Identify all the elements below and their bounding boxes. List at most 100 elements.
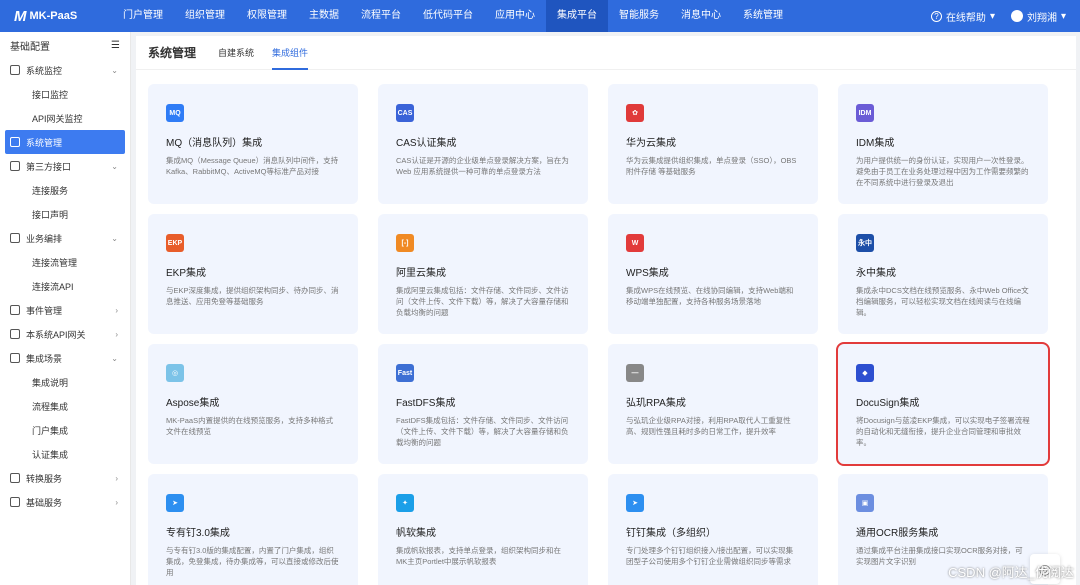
top-navigation-bar: M MK-PaaS 门户管理 组织管理 权限管理 主数据 流程平台 低代码平台 应用中心 集成… [0,0,1080,32]
integration-logo-icon: — [626,364,644,382]
nav-item[interactable]: 流程平台 [350,0,412,32]
integration-logo-icon: ✦ [396,494,414,512]
sidebar-item[interactable]: 流程集成 [0,394,130,418]
sidebar-item[interactable]: 集成场景 ⌄ [0,346,130,370]
card-description: 集成WPS在线预览、在线协同编辑，支持Web端和移动端单独配置，支持各种服务场景… [626,286,794,306]
sidebar-item[interactable]: 集成说明 [0,370,130,394]
sidebar-item[interactable]: 转换服务 › [0,466,130,490]
user-menu[interactable]: 刘翔湘 ▾ [1010,9,1066,24]
logo-text: MK-PaaS [29,10,78,22]
integration-card[interactable]: CAS CAS认证集成 CAS认证是开源的企业级单点登录解决方案，旨在为 Web 应… [378,84,588,204]
integration-card[interactable]: ➤ 钉钉集成（多组织） 专门处理多个钉钉组织接入/接出配置，可以实现集团型子公司使用… [608,474,818,585]
sidebar-item-label: 业务编排 [26,233,63,244]
menu-icon [10,497,20,507]
integration-card[interactable]: ✿ 华为云集成 华为云集成提供组织集成，单点登录（SSO），OBS附件存储 等基础服… [608,84,818,204]
integration-logo-icon: EKP [166,234,184,252]
sidebar-item[interactable]: 门户集成 [0,418,130,442]
card-title: CAS认证集成 [396,138,457,149]
sidebar-item-label: API网关监控 [32,113,83,124]
nav-item[interactable]: 低代码平台 [412,0,484,32]
card-title: 通用OCR服务集成 [856,528,939,539]
integration-card[interactable]: [-] 阿里云集成集成阿里云集成包括：文件存储、文件同步、文件访问（文件上传、文件… [378,214,588,334]
integration-logo-icon: ➤ [166,494,184,512]
card-title: FastDFS集成 [396,398,456,409]
integration-card[interactable]: Fast FastDFS集成 FastDFS集成包括：文件存储、文件同步、文件访问（… [378,344,588,464]
integration-logo-icon: 永中 [856,234,874,252]
nav-item[interactable]: 组织管理 [174,0,236,32]
integration-logo-icon: ▣ [856,494,874,512]
sidebar-item[interactable]: 基础服务 › [0,490,130,514]
sidebar: 基础配置 ☰ 系统监控 ⌄ 接口监控 API网关监控 系统管理 第三方接口 ⌄ 连接服务 接口声… [0,32,131,585]
chevron-icon: ⌄ [111,353,118,363]
sidebar-item[interactable]: 接口监控 [0,82,130,106]
chevron-down-icon: ▾ [1060,10,1066,22]
integration-card[interactable]: 永中永中集成集成永中DCS文档在线预览服务、永中Web Office文档编辑服务… [838,214,1048,334]
integration-logo-icon: ➤ [626,494,644,512]
card-title: DocuSign集成 [856,398,920,409]
app-logo[interactable]: M MK-PaaS [0,8,112,25]
sidebar-item[interactable]: 本系统API网关 › [0,322,130,346]
card-title: 华为云集成 [626,138,676,149]
menu-icon [10,65,20,75]
top-right-area: ? 在线帮助 ▾ 刘翔湘 ▾ [930,0,1066,32]
nav-item[interactable]: 应用中心 [484,0,546,32]
sidebar-item[interactable]: 业务编排 ⌄ [0,226,130,250]
card-description: 将Docusign与蓝凌EKP集成，可以实现电子签署流程的自动化和无缝衔接，提升… [856,416,1030,447]
sidebar-item-label: 转换服务 [26,473,63,484]
integration-card[interactable]: ➤ 专有钉3.0集成 与专有钉3.0版的集成配置，内置了门户集成，组织集成，免登集成… [148,474,358,585]
sidebar-item-label: 系统监控 [26,65,63,76]
integration-logo-icon: ◎ [166,364,184,382]
integration-card[interactable]: — 弘玑RPA集成 与弘玑企业级RPA对接，利用RPA取代人工重复性高、规则性强且耗… [608,344,818,464]
integration-logo-icon: MQ [166,104,184,122]
integration-card[interactable]: W WPS集成 集成WPS在线预览、在线协同编辑，支持Web端和移动端单独配置，支持… [608,214,818,334]
card-title: 阿里云集成 [396,268,446,279]
sidebar-item-label: 认证集成 [32,449,69,460]
card-title: Aspose集成 [166,398,220,409]
sidebar-item-label: 集成场景 [26,353,63,364]
nav-item[interactable]: 门户管理 [112,0,174,32]
sidebar-item[interactable]: 接口声明 [0,202,130,226]
page-title: 系统管理 [148,46,197,60]
sidebar-item[interactable]: 系统管理 [5,130,125,154]
online-help-button[interactable]: ? 在线帮助 ▾ [930,9,995,24]
sidebar-item[interactable]: 连接流API [0,274,130,298]
card-title: IDM集成 [856,138,895,149]
nav-item[interactable]: 主数据 [298,0,350,32]
card-description: 与弘玑企业级RPA对接，利用RPA取代人工重复性高、规则性强且耗时多的日常工作，… [626,416,791,436]
integration-logo-icon: [-] [396,234,414,252]
integration-card[interactable]: EKP EKP集成 与EKP深度集成，提供组织架构同步、待办同步、消息推送、应用免登… [148,214,358,334]
integration-card[interactable]: ✦ 帆软集成 集成帆软报表，支持单点登录，组织架构同步和在MK主页Portlet中展… [378,474,588,585]
sidebar-item-label: 连接流API [32,281,74,292]
nav-item[interactable]: 智能服务 [608,0,670,32]
sidebar-item[interactable]: 系统监控 ⌄ [0,58,130,82]
card-description: 与专有钉3.0版的集成配置，内置了门户集成，组织集成，免登集成，待办集成等，可以… [166,546,339,577]
card-description: 集成阿里云集成包括：文件存储、文件同步、文件访问（文件上传、文件下载）等，解决了… [396,286,569,317]
integration-card[interactable]: ◆ DocuSign集成 将Docusign与蓝凌EKP集成，可以实现电子签署流程的… [836,342,1050,466]
sidebar-item[interactable]: 第三方接口 ⌄ [0,154,130,178]
sidebar-item-label: 接口声明 [32,209,69,220]
sidebar-item-label: 接口监控 [32,89,69,100]
card-description: 为用户提供统一的身份认证，实现用户一次性登录。避免由于员工在业务处理过程中因为工… [856,156,1029,187]
card-description: 集成永中DCS文档在线预览服务、永中Web Office文档编辑服务，可以轻松实… [856,286,1029,317]
nav-item[interactable]: 系统管理 [732,0,794,32]
nav-item[interactable]: 集成平台 [546,0,608,32]
menu-icon [10,353,20,363]
card-title: 永中集成 [856,268,896,279]
sidebar-item[interactable]: 连接服务 [0,178,130,202]
integration-card[interactable]: ◎ Aspose集成 MK-PaaS内置提供的在线预览服务，支持多种格式文件在线预览 [148,344,358,464]
sidebar-item[interactable]: 事件管理 › [0,298,130,322]
sidebar-item[interactable]: 连接流管理 [0,250,130,274]
sidebar-item-label: 连接流管理 [32,257,78,268]
sidebar-item[interactable]: API网关监控 [0,106,130,130]
integration-card[interactable]: IDM IDM集成 为用户提供统一的身份认证，实现用户一次性登录。避免由于员工在业务… [838,84,1048,204]
sidebar-item[interactable]: 认证集成 [0,442,130,466]
nav-item[interactable]: 权限管理 [236,0,298,32]
collapse-menu-icon[interactable]: ☰ [111,40,120,51]
nav-item[interactable]: 消息中心 [670,0,732,32]
integration-card[interactable]: MQ MQ（消息队列）集成 集成MQ（Message Queue）消息队列中间件，支… [148,84,358,204]
sidebar-item-label: 事件管理 [26,305,63,316]
sidebar-item-label: 系统管理 [26,137,63,148]
card-description: 华为云集成提供组织集成，单点登录（SSO），OBS附件存储 等基础服务 [626,156,797,176]
tab-self-built-system[interactable]: 自建系统 [218,36,254,70]
tab-integration-components[interactable]: 集成组件 [272,36,309,70]
